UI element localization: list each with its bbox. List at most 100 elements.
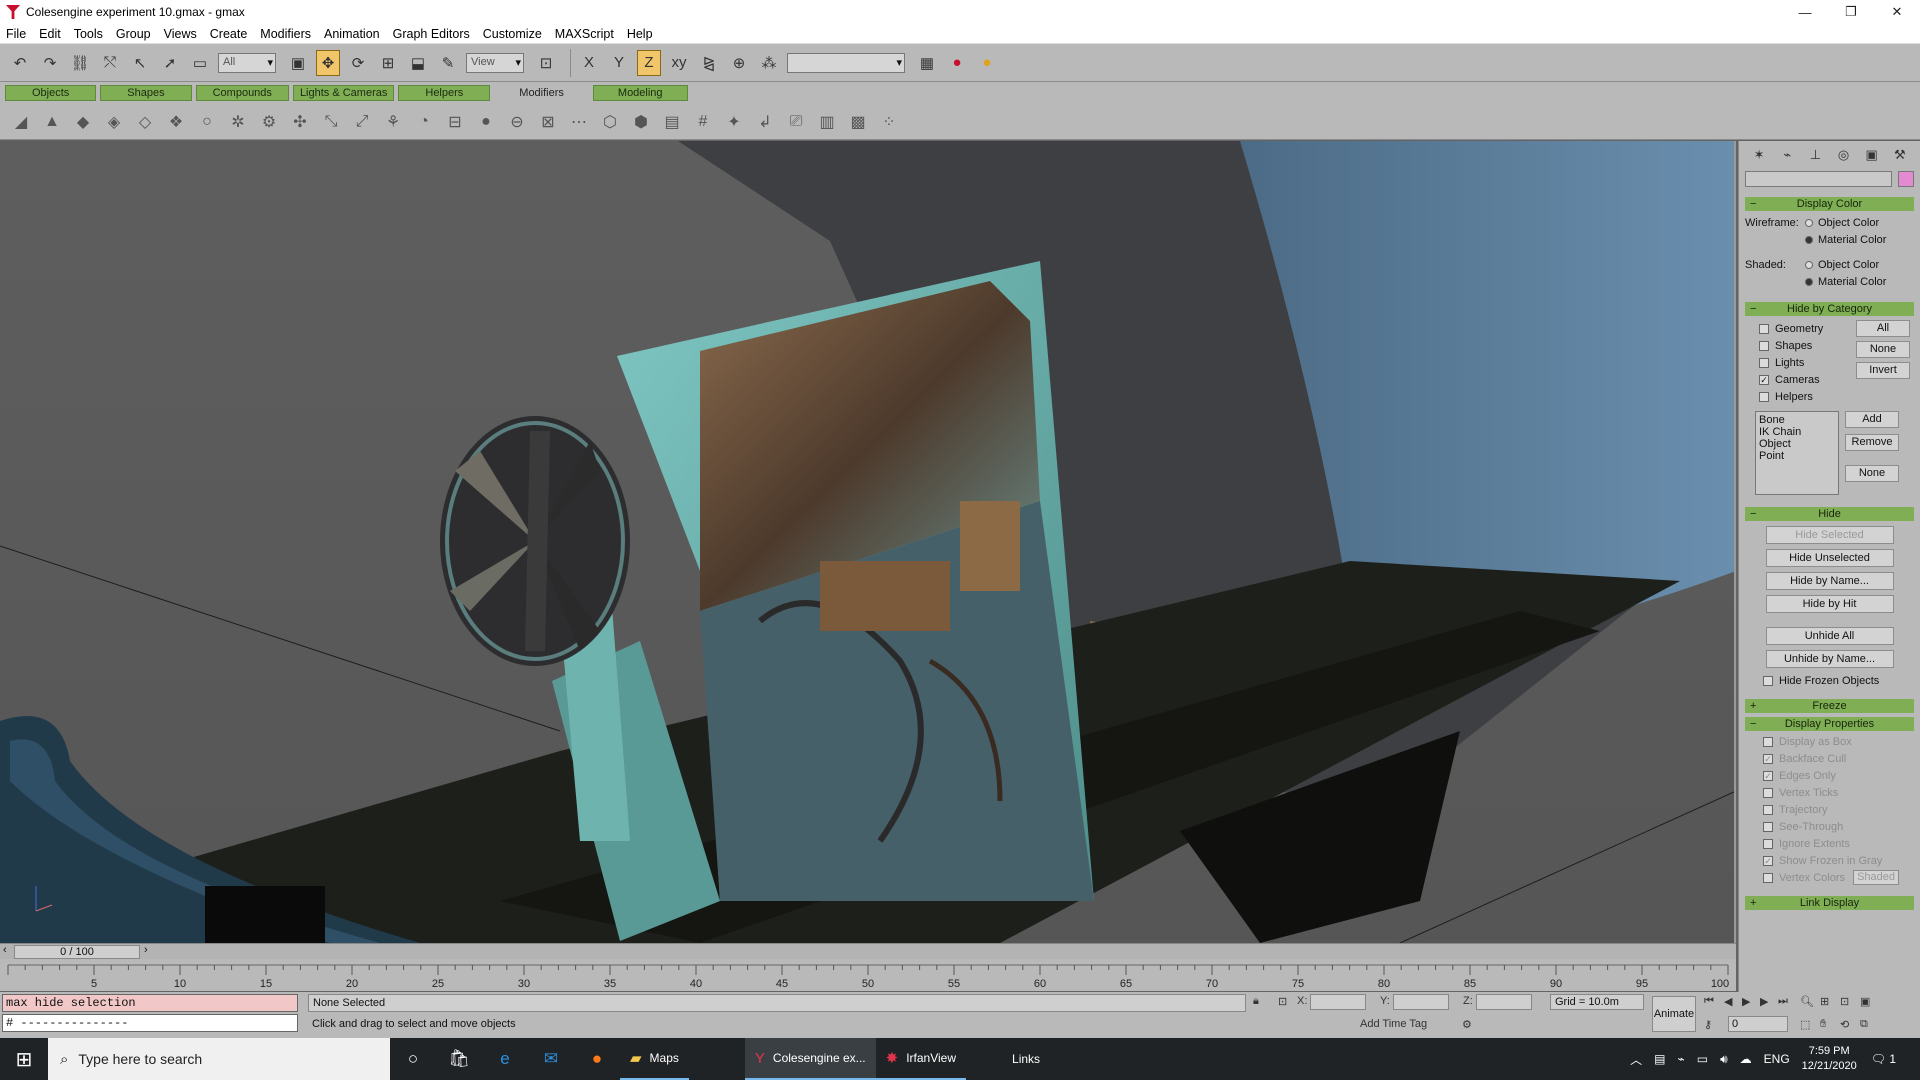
add-time-tag[interactable]: Add Time Tag	[1360, 1018, 1427, 1030]
lock-selection-icon[interactable]: 🔒︎	[1253, 995, 1259, 1008]
goto-start-icon[interactable]: ⏮	[1704, 995, 1714, 1008]
select-object-icon[interactable]: ↖	[128, 50, 152, 76]
tray-language[interactable]: ENG	[1764, 1052, 1790, 1066]
arc-rotate-icon[interactable]: ⟲	[1840, 1018, 1849, 1031]
rollout-display-color[interactable]: − Display Color	[1745, 197, 1914, 211]
checker-map-icon[interactable]: ▩	[845, 109, 871, 135]
menu-maxscript[interactable]: MAXScript	[555, 27, 614, 41]
edit-mesh-icon[interactable]: ✦	[721, 109, 747, 135]
twist-icon[interactable]: ◆	[70, 109, 96, 135]
lattice-icon[interactable]: ⋯	[566, 109, 592, 135]
backface-cull-checkbox[interactable]: ✓	[1763, 753, 1773, 764]
shell-icon[interactable]: ⚘	[380, 109, 406, 135]
selection-filter-dropdown[interactable]: All	[218, 52, 276, 73]
menu-edit[interactable]: Edit	[39, 27, 61, 41]
unlink-icon[interactable]: ⤲	[98, 50, 122, 76]
tray-onedrive-icon[interactable]: ☁︎	[1740, 1052, 1752, 1066]
material-editor-icon[interactable]: ▦	[915, 50, 939, 76]
object-color-swatch[interactable]	[1898, 171, 1914, 187]
unhide-by-name-button[interactable]: Unhide by Name...	[1765, 650, 1894, 668]
z-coord-field[interactable]	[1476, 994, 1532, 1010]
y-coord-field[interactable]	[1393, 994, 1449, 1010]
tab-helpers[interactable]: Helpers	[398, 85, 491, 101]
minimize-button[interactable]: —	[1782, 0, 1828, 24]
tab-objects[interactable]: Objects	[5, 85, 97, 101]
zoom-extents-all-icon[interactable]: ▣	[1860, 995, 1870, 1008]
hide-by-hit-button[interactable]: Hide by Hit	[1765, 595, 1894, 613]
noise-icon[interactable]: ◈	[101, 109, 127, 135]
menu-graph-editors[interactable]: Graph Editors	[393, 27, 470, 41]
vertex-colors-checkbox[interactable]	[1763, 872, 1773, 883]
ripple-icon[interactable]: ⚙	[256, 109, 282, 135]
ignore-extents-checkbox[interactable]	[1763, 838, 1773, 849]
trajectory-checkbox[interactable]	[1763, 804, 1773, 815]
start-button[interactable]: ⊞	[0, 1038, 48, 1080]
select-and-manipulate-icon[interactable]: ✎	[436, 50, 460, 76]
named-selection-sets-dropdown[interactable]	[787, 52, 905, 73]
spherify-icon[interactable]: ◔	[411, 109, 437, 135]
hide-shapes-checkbox[interactable]	[1759, 340, 1769, 351]
show-frozen-gray-checkbox[interactable]: ✓	[1763, 855, 1773, 866]
select-and-rotate-icon[interactable]: ⟳	[346, 50, 370, 76]
firefox-icon[interactable]: ●	[574, 1038, 620, 1080]
shaded-object-color-radio[interactable]	[1805, 260, 1813, 269]
goto-end-icon[interactable]: ⏭	[1778, 995, 1788, 1008]
x-coord-field[interactable]	[1310, 994, 1366, 1010]
hide-all-button[interactable]: All	[1856, 320, 1910, 337]
push-icon[interactable]: ○	[194, 109, 220, 135]
relax-icon[interactable]: ✲	[225, 109, 251, 135]
track-bar[interactable]: 5 10 15 20 25 30 35 40 45 50 55 60 65 70 75 80 85 90 95 100	[0, 959, 1736, 991]
category-remove-button[interactable]: Remove	[1845, 434, 1899, 451]
tray-clock[interactable]: 7:59 PM 12/21/2020	[1802, 1044, 1857, 1074]
render-scene-icon[interactable]: ●	[945, 50, 969, 76]
hide-frozen-checkbox[interactable]	[1763, 675, 1773, 686]
ffd-icon[interactable]: ⊟	[442, 109, 468, 135]
hide-by-name-button[interactable]: Hide by Name...	[1765, 572, 1894, 590]
prev-frame-icon[interactable]: ◀	[1724, 995, 1732, 1008]
taskbar-app-irfanview[interactable]: ✸ IrfanView	[875, 1038, 967, 1080]
wave-icon[interactable]: ✣	[287, 109, 313, 135]
select-and-squash-icon[interactable]: ⬓	[406, 50, 430, 76]
optimize-icon[interactable]: ⬢	[628, 109, 654, 135]
select-and-move-icon[interactable]: ✥	[316, 49, 340, 76]
select-and-uniform-scale-icon[interactable]: ⊞	[376, 50, 400, 76]
slice-icon[interactable]: ⤢	[349, 109, 375, 135]
redo-icon[interactable]: ↷	[38, 50, 62, 76]
utilities-tab-icon[interactable]: ⚒	[1891, 146, 1909, 164]
menu-animation[interactable]: Animation	[324, 27, 380, 41]
undo-icon[interactable]: ↶	[8, 50, 32, 76]
hide-invert-button[interactable]: Invert	[1856, 362, 1910, 379]
tab-modifiers[interactable]: Modifiers	[494, 85, 589, 101]
see-through-checkbox[interactable]	[1763, 821, 1773, 832]
key-mode-icon[interactable]: ⚷	[1704, 1018, 1712, 1031]
sphere-map-icon[interactable]: ●	[473, 109, 499, 135]
squeeze-icon[interactable]: ❖	[163, 109, 189, 135]
category-list-item[interactable]: IK Chain Object	[1759, 426, 1835, 450]
vertex-ticks-checkbox[interactable]	[1763, 787, 1773, 798]
current-frame-field[interactable]: 0	[1728, 1016, 1788, 1032]
min-max-toggle-icon[interactable]: ⧉	[1860, 1018, 1868, 1031]
category-list[interactable]: Bone IK Chain Object Point	[1755, 411, 1839, 495]
mirror-icon[interactable]: ⧎	[697, 50, 721, 76]
wireframe-material-color-radio[interactable]	[1805, 235, 1813, 244]
time-prev-icon[interactable]: ‹	[3, 944, 7, 956]
hide-helpers-checkbox[interactable]	[1759, 391, 1769, 402]
restrict-x-icon[interactable]: X	[577, 50, 601, 76]
select-by-name-icon[interactable]: ➚	[158, 50, 182, 76]
category-add-button[interactable]: Add	[1845, 411, 1899, 428]
rectangular-selection-icon[interactable]: ▭	[188, 50, 212, 76]
menu-modifiers[interactable]: Modifiers	[260, 27, 311, 41]
rollout-freeze[interactable]: + Freeze	[1745, 699, 1914, 713]
rollout-hide[interactable]: − Hide	[1745, 507, 1914, 521]
hide-unselected-button[interactable]: Hide Unselected	[1765, 549, 1894, 567]
stretch-icon[interactable]: ◇	[132, 109, 158, 135]
taper-icon[interactable]: ▲	[39, 109, 65, 135]
menu-create[interactable]: Create	[210, 27, 248, 41]
hide-cameras-checkbox[interactable]: ✓	[1759, 374, 1769, 385]
time-tag-icon[interactable]: ⚙	[1462, 1018, 1472, 1031]
edit-poly-icon[interactable]: ⁘	[876, 109, 902, 135]
tab-lights-cameras[interactable]: Lights & Cameras	[292, 85, 395, 101]
listener-input[interactable]: # ---------------	[2, 1014, 298, 1032]
maximize-button[interactable]: ❐	[1828, 0, 1874, 24]
tray-network-icon[interactable]: ▭	[1697, 1052, 1708, 1066]
